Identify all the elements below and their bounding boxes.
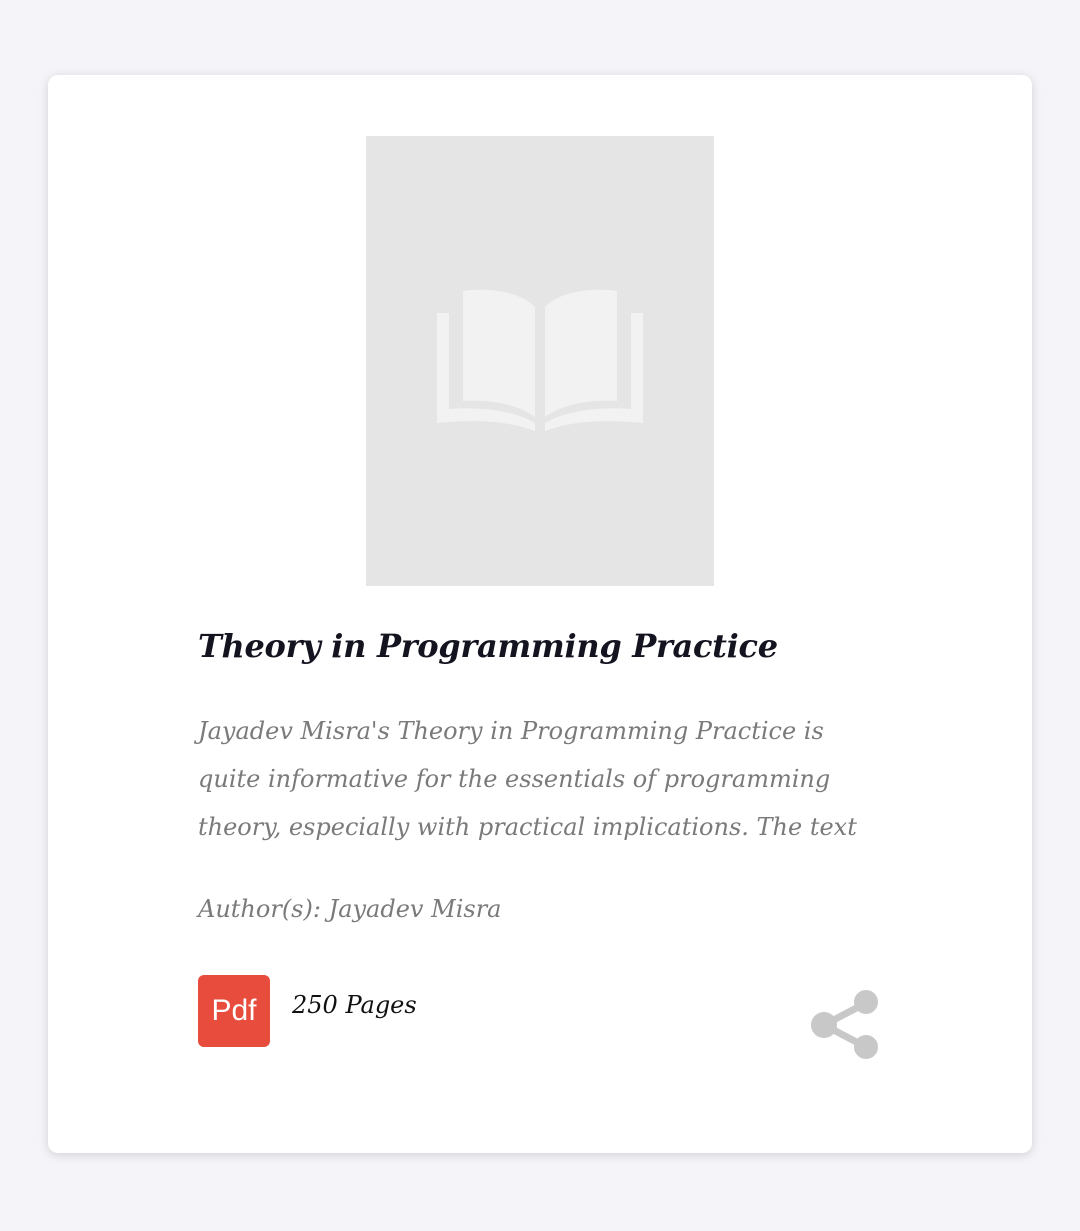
share-icon[interactable] xyxy=(808,989,884,1065)
book-title[interactable]: Theory in Programming Practice xyxy=(198,627,778,665)
pdf-badge-label: Pdf xyxy=(211,994,257,1027)
page-count: 250 Pages xyxy=(292,991,417,1019)
open-book-icon xyxy=(437,289,643,431)
book-cover-placeholder[interactable] xyxy=(366,136,714,586)
pdf-icon[interactable]: Pdf xyxy=(198,975,270,1047)
book-description: Jayadev Misra's Theory in Programming Pr… xyxy=(198,717,857,841)
book-card: Theory in Programming Practice Jayadev M… xyxy=(48,75,1032,1153)
book-authors: Author(s): Jayadev Misra xyxy=(198,895,502,923)
